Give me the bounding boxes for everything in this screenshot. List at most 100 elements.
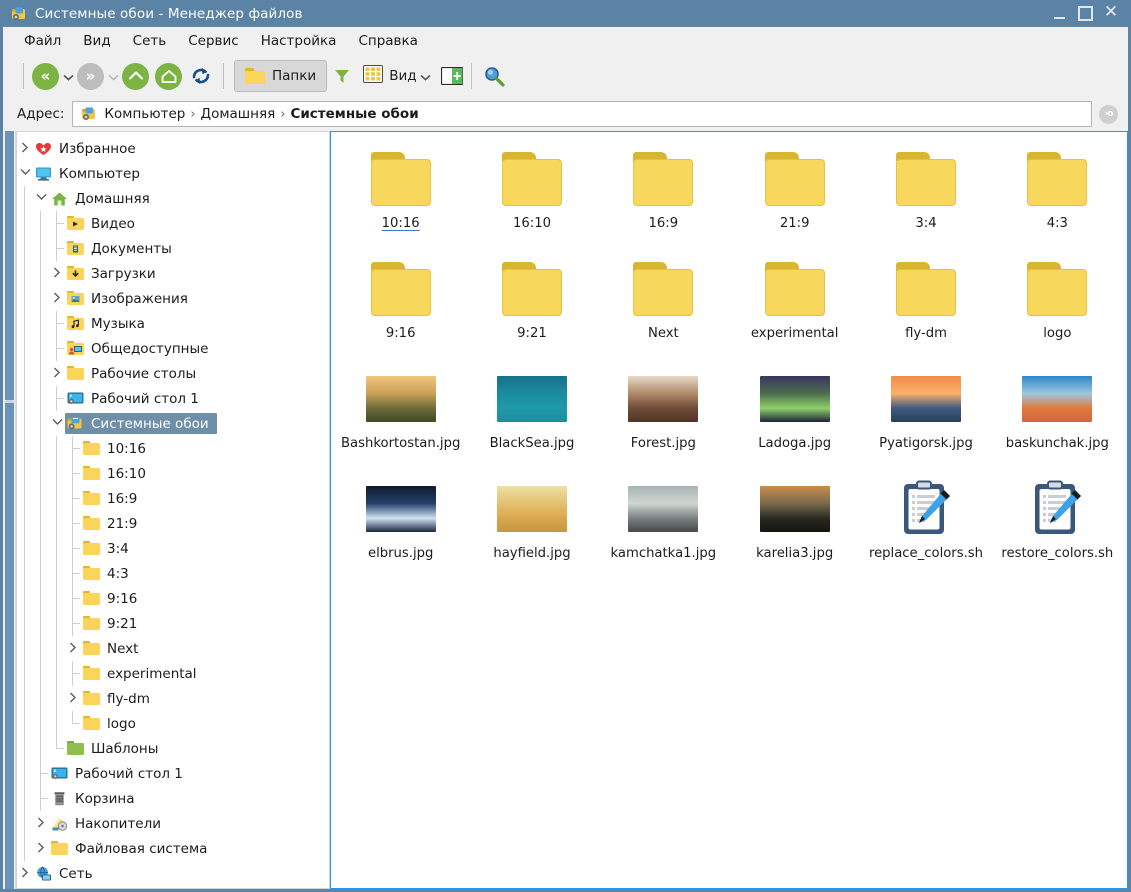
address-input[interactable]: Компьютер › Домашняя › Системные обои [72, 101, 1092, 127]
sidebar-item-видео[interactable]: Видео [17, 211, 329, 236]
file-item-label[interactable]: 16:10 [513, 216, 551, 231]
back-history-chevron-down-icon[interactable] [59, 69, 77, 84]
sidebar-item-16-10[interactable]: 16:10 [17, 461, 329, 486]
file-item[interactable]: 16:10 [466, 140, 597, 250]
sidebar-item-experimental[interactable]: experimental [17, 661, 329, 686]
sidebar-item-домашняя[interactable]: Домашняя [17, 186, 329, 211]
file-item-label[interactable]: fly-dm [905, 326, 947, 341]
view-chevron-down-icon[interactable] [417, 69, 435, 84]
file-item-label[interactable]: 9:16 [386, 326, 416, 341]
file-item[interactable]: Ladoga.jpg [729, 360, 860, 470]
file-item-label[interactable]: kamchatka1.jpg [610, 546, 716, 561]
view-button[interactable]: Вид [363, 65, 417, 87]
file-item-label[interactable]: 4:3 [1047, 216, 1068, 231]
file-item[interactable]: 10:16 [335, 140, 466, 250]
sidebar-item-logo[interactable]: logo [17, 711, 329, 736]
menu-settings[interactable]: Настройка [250, 30, 348, 52]
file-item-label[interactable]: Pyatigorsk.jpg [879, 436, 973, 451]
file-list-panel[interactable]: 10:16 16:10 16:9 21:9 3:4 4:3 9:16 9:21 Next expe… [330, 131, 1128, 889]
file-item[interactable]: 3:4 [860, 140, 991, 250]
sidebar-item-рабочий-стол-1[interactable]: Рабочий стол 1 [17, 386, 329, 411]
file-item-label[interactable]: experimental [751, 326, 839, 341]
file-item-label[interactable]: restore_colors.sh [1001, 546, 1113, 561]
file-item-label[interactable]: hayfield.jpg [493, 546, 570, 561]
file-item[interactable]: Bashkortostan.jpg [335, 360, 466, 470]
sidebar-item-10-16[interactable]: 10:16 [17, 436, 329, 461]
file-item[interactable]: baskunchak.jpg [992, 360, 1123, 470]
chevron-right-icon[interactable] [17, 867, 33, 881]
file-item-label[interactable]: replace_colors.sh [869, 546, 983, 561]
chevron-down-icon[interactable] [49, 418, 65, 429]
sidebar-tree-panel[interactable]: Избранное Компьютер Домашняя Видео Документы… [16, 131, 330, 889]
file-item[interactable]: replace_colors.sh [860, 470, 991, 580]
back-icon[interactable]: « [32, 62, 59, 90]
file-item-label[interactable]: BlackSea.jpg [490, 436, 575, 451]
file-item[interactable]: fly-dm [860, 250, 991, 360]
sidebar-item-компьютер[interactable]: Компьютер [17, 161, 329, 186]
chevron-right-icon[interactable] [33, 817, 49, 831]
file-item[interactable]: BlackSea.jpg [466, 360, 597, 470]
chevron-down-icon[interactable] [33, 193, 49, 204]
chevron-right-icon[interactable] [65, 692, 81, 706]
file-item-label[interactable]: logo [1043, 326, 1071, 341]
file-item[interactable]: restore_colors.sh [992, 470, 1123, 580]
menu-view[interactable]: Вид [72, 30, 121, 52]
sidebar-item-музыка[interactable]: Музыка [17, 311, 329, 336]
go-icon[interactable]: ›o [1099, 104, 1118, 124]
file-item-label[interactable]: Forest.jpg [631, 436, 696, 451]
file-item[interactable]: 21:9 [729, 140, 860, 250]
file-item[interactable]: Pyatigorsk.jpg [860, 360, 991, 470]
sidebar-item-системные-обои[interactable]: Системные обои [17, 411, 329, 436]
file-item[interactable]: 9:21 [466, 250, 597, 360]
sidebar-item-изображения[interactable]: Изображения [17, 286, 329, 311]
split-view-add-icon[interactable] [439, 67, 465, 85]
sidebar-item-общедоступные[interactable]: Общедоступные [17, 336, 329, 361]
search-icon[interactable] [479, 65, 509, 87]
file-item[interactable]: hayfield.jpg [466, 470, 597, 580]
file-item-label[interactable]: Bashkortostan.jpg [341, 436, 460, 451]
sidebar-item-сеть[interactable]: Сеть [17, 861, 329, 886]
chevron-right-icon[interactable] [33, 842, 49, 856]
file-item-label[interactable]: Ladoga.jpg [758, 436, 831, 451]
filter-funnel-icon[interactable] [327, 66, 357, 86]
sidebar-scrollbar-thumb[interactable] [5, 131, 14, 889]
file-item-label[interactable]: elbrus.jpg [368, 546, 433, 561]
minimize-button[interactable] [1046, 1, 1072, 27]
chevron-right-icon[interactable] [49, 292, 65, 306]
file-item[interactable]: 9:16 [335, 250, 466, 360]
file-item[interactable]: 16:9 [598, 140, 729, 250]
refresh-icon[interactable] [187, 62, 215, 90]
sidebar-item-файловая-система[interactable]: Файловая система [17, 836, 329, 861]
file-item[interactable]: Next [598, 250, 729, 360]
close-button[interactable]: ✕ [1098, 1, 1124, 27]
sidebar-selected-row[interactable]: Системные обои [65, 413, 217, 434]
menu-file[interactable]: Файл [13, 30, 72, 52]
sidebar-scrollbar[interactable] [3, 131, 16, 889]
file-item-label[interactable]: 16:9 [649, 216, 679, 231]
sidebar-item-рабочий-стол-1[interactable]: Рабочий стол 1 [17, 761, 329, 786]
file-item[interactable]: Forest.jpg [598, 360, 729, 470]
file-item-label[interactable]: Next [648, 326, 679, 341]
menu-help[interactable]: Справка [347, 30, 428, 52]
sidebar-item-4-3[interactable]: 4:3 [17, 561, 329, 586]
sidebar-item-корзина[interactable]: Корзина [17, 786, 329, 811]
sidebar-item-документы[interactable]: Документы [17, 236, 329, 261]
sidebar-item-21-9[interactable]: 21:9 [17, 511, 329, 536]
file-item-label[interactable]: 9:21 [517, 326, 547, 341]
file-item[interactable]: elbrus.jpg [335, 470, 466, 580]
sidebar-item-рабочие-столы[interactable]: Рабочие столы [17, 361, 329, 386]
file-item[interactable]: 4:3 [992, 140, 1123, 250]
menu-network[interactable]: Сеть [122, 30, 178, 52]
folders-button[interactable]: Папки [234, 60, 328, 92]
sidebar-item-9-16[interactable]: 9:16 [17, 586, 329, 611]
sidebar-item-9-21[interactable]: 9:21 [17, 611, 329, 636]
chevron-down-icon[interactable] [17, 168, 33, 179]
sidebar-item-накопители[interactable]: Накопители [17, 811, 329, 836]
breadcrumb-current[interactable]: Системные обои [290, 106, 418, 122]
arrow-up-icon[interactable] [122, 62, 149, 90]
sidebar-item-загрузки[interactable]: Загрузки [17, 261, 329, 286]
sidebar-item-fly-dm[interactable]: fly-dm [17, 686, 329, 711]
sidebar-item-3-4[interactable]: 3:4 [17, 536, 329, 561]
file-item[interactable]: logo [992, 250, 1123, 360]
sidebar-item-16-9[interactable]: 16:9 [17, 486, 329, 511]
